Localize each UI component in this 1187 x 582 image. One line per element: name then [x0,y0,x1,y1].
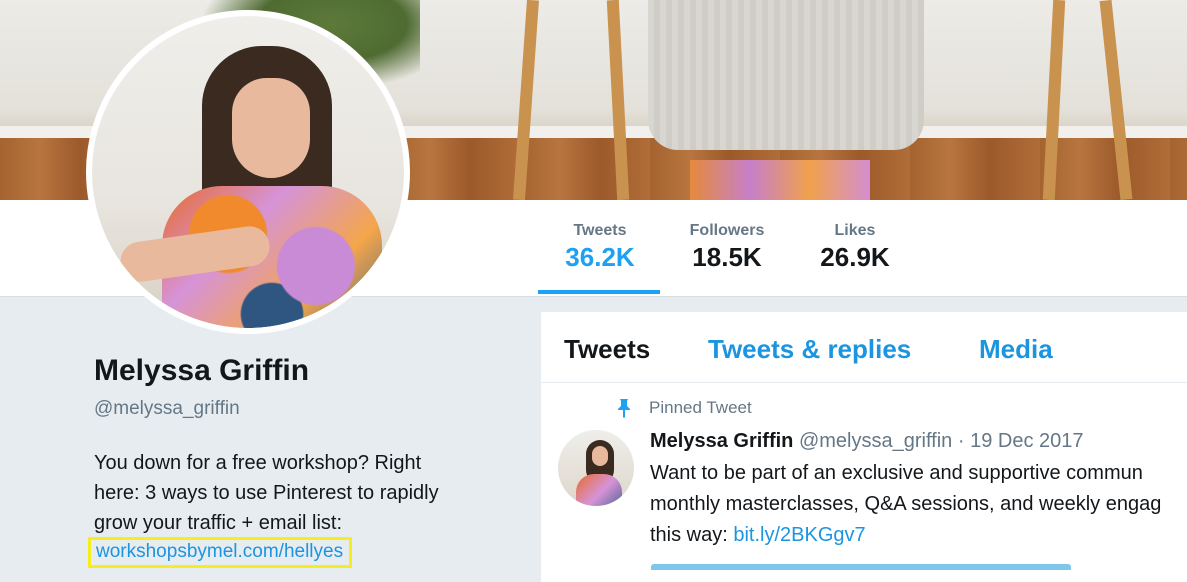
tweet-date[interactable]: 19 Dec 2017 [970,430,1083,452]
bio-line: grow your traffic + email list: [94,512,343,534]
tweet-media-preview[interactable] [651,564,1071,570]
tweet-author-name[interactable]: Melyssa Griffin [650,430,793,452]
profile-bio: You down for a free workshop? Right here… [94,448,494,538]
stat-tweets[interactable]: Tweets 36.2K [558,222,642,273]
stat-followers[interactable]: Followers 18.5K [680,222,774,273]
pin-icon [618,399,630,418]
avatar-face [232,78,310,178]
bio-link[interactable]: workshopsbymel.com/hellyes [88,537,353,568]
tweet-text-prefix: this way: [650,524,734,546]
tweet-text-line: Want to be part of an exclusive and supp… [650,462,1143,484]
banner-chair [648,0,924,150]
tweet-header: Melyssa Griffin @melyssa_griffin · 19 De… [650,430,1084,453]
tweet-text-line: this way: bit.ly/2BKGgv7 [650,520,1187,551]
pinned-tweet-label: Pinned Tweet [649,398,752,417]
timeline-tabs: Tweets Tweets & replies Media [541,312,1187,383]
tweet-text-line: monthly masterclasses, Q&A sessions, and… [650,493,1162,515]
tab-tweets[interactable]: Tweets [564,334,650,365]
stat-label: Tweets [573,222,627,239]
profile-handle[interactable]: @melyssa_griffin [94,398,240,420]
stat-value: 36.2K [565,242,635,272]
stat-label: Followers [689,222,765,239]
stat-label: Likes [834,222,876,239]
tweet-text: Want to be part of an exclusive and supp… [650,458,1187,551]
tab-tweets-and-replies[interactable]: Tweets & replies [708,334,911,365]
stat-value: 18.5K [692,242,762,272]
tweet-avatar[interactable] [558,430,634,506]
timeline: Tweets Tweets & replies Media Pinned Twe… [541,312,1187,582]
active-stat-underline [538,290,660,294]
bio-line: You down for a free workshop? Right [94,452,422,474]
profile-name[interactable]: Melyssa Griffin [94,354,309,388]
avatar-photo [92,16,404,328]
tab-media[interactable]: Media [979,334,1053,365]
tweet-author-handle[interactable]: @melyssa_griffin [799,430,952,452]
profile-avatar[interactable] [86,10,410,334]
stat-likes[interactable]: Likes 26.9K [812,222,898,273]
tweet-separator: · [957,430,965,452]
tweet-link[interactable]: bit.ly/2BKGgv7 [733,524,865,546]
bio-line: here: 3 ways to use Pinterest to rapidly [94,482,439,504]
stat-value: 26.9K [820,242,890,272]
tweet-avatar-dress [576,474,622,506]
banner-cushion [690,160,870,200]
tweet-avatar-face [592,446,608,466]
